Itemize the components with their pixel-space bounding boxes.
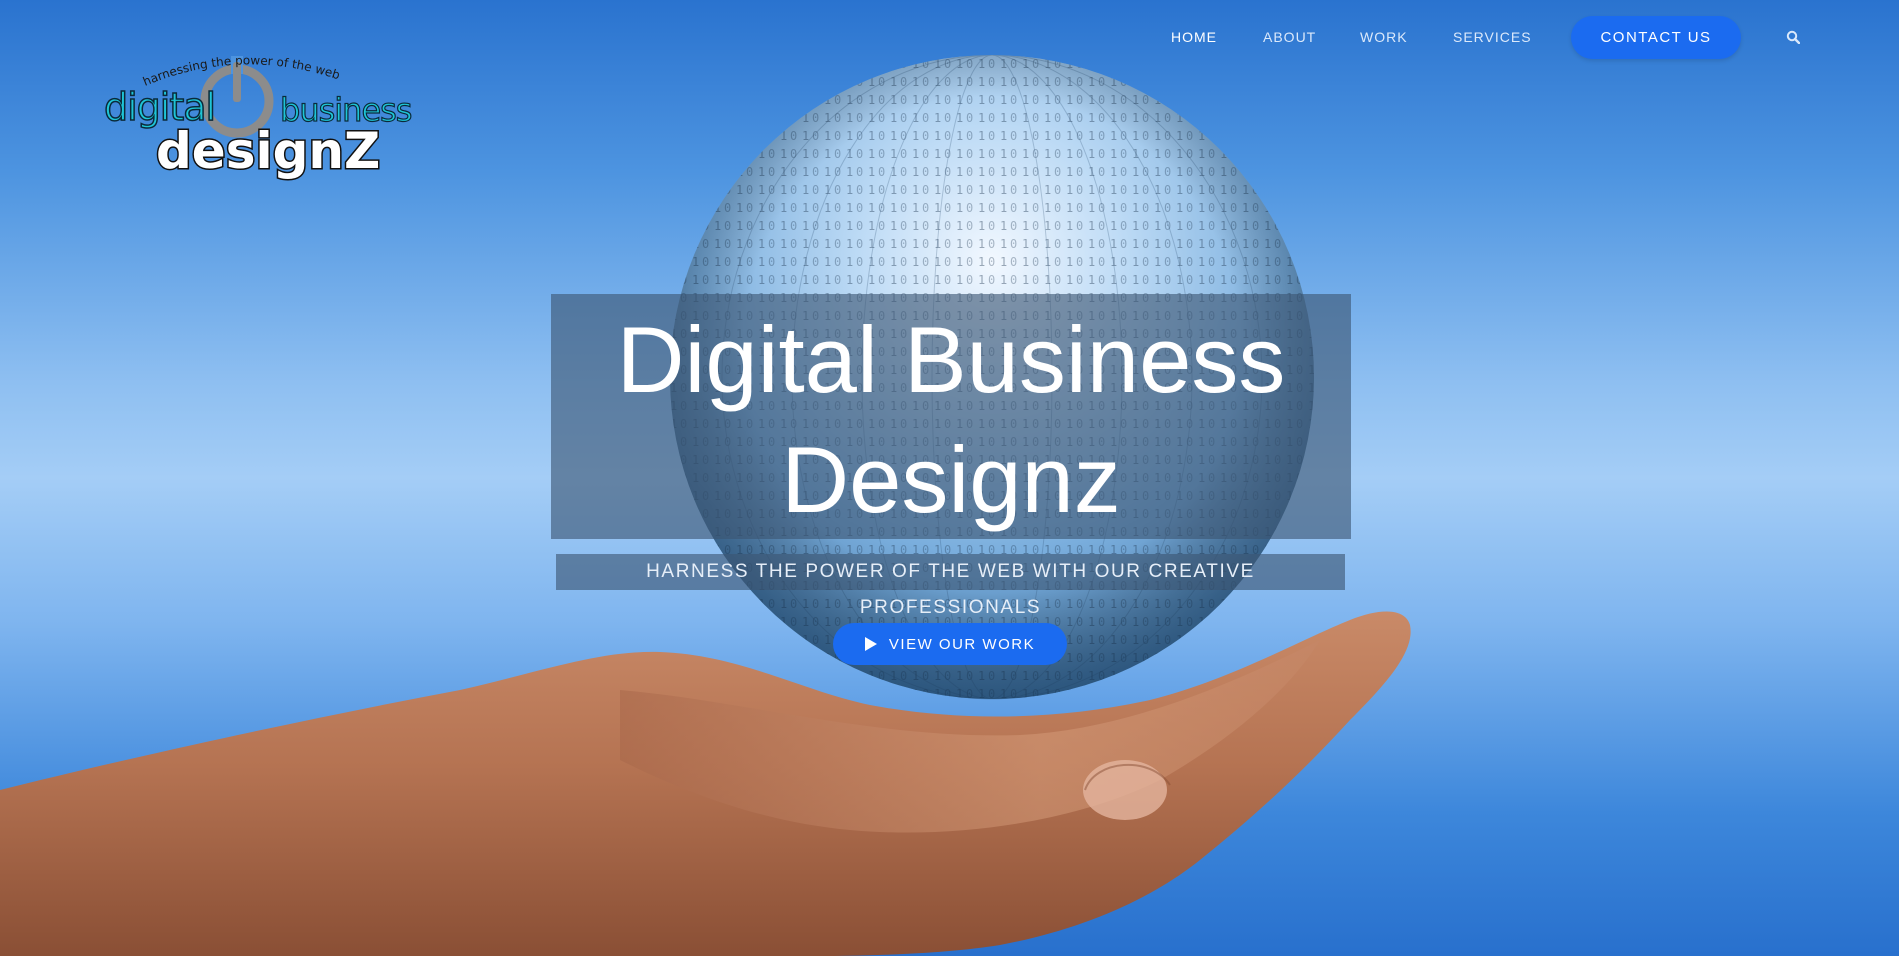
search-icon[interactable] <box>1786 30 1800 44</box>
nav-item-work[interactable]: WORK <box>1360 29 1408 45</box>
hero-subtitle: HARNESS THE POWER OF THE WEB WITH OUR CR… <box>646 561 1255 618</box>
nav-item-services[interactable]: SERVICES <box>1453 29 1532 45</box>
site-logo[interactable]: harnessing the power of the web digital … <box>100 48 413 188</box>
play-icon <box>864 637 877 651</box>
svg-text:harnessing the power of the we: harnessing the power of the web <box>141 53 342 88</box>
hero-section: 1 0 <box>0 0 1899 956</box>
nav-item-about[interactable]: ABOUT <box>1263 29 1316 45</box>
view-our-work-button[interactable]: VIEW OUR WORK <box>833 623 1067 665</box>
hero-title-line2: Designz <box>781 427 1121 532</box>
logo-word-designz: designZ <box>154 122 381 180</box>
nav-item-home[interactable]: HOME <box>1171 29 1217 45</box>
logo-word-digital: digital <box>103 85 217 129</box>
hero-title-line1: Digital Business <box>616 307 1286 412</box>
hero-title: Digital Business Designz <box>551 300 1351 540</box>
contact-us-button[interactable]: CONTACT US <box>1571 16 1741 59</box>
view-our-work-label: VIEW OUR WORK <box>888 635 1036 653</box>
